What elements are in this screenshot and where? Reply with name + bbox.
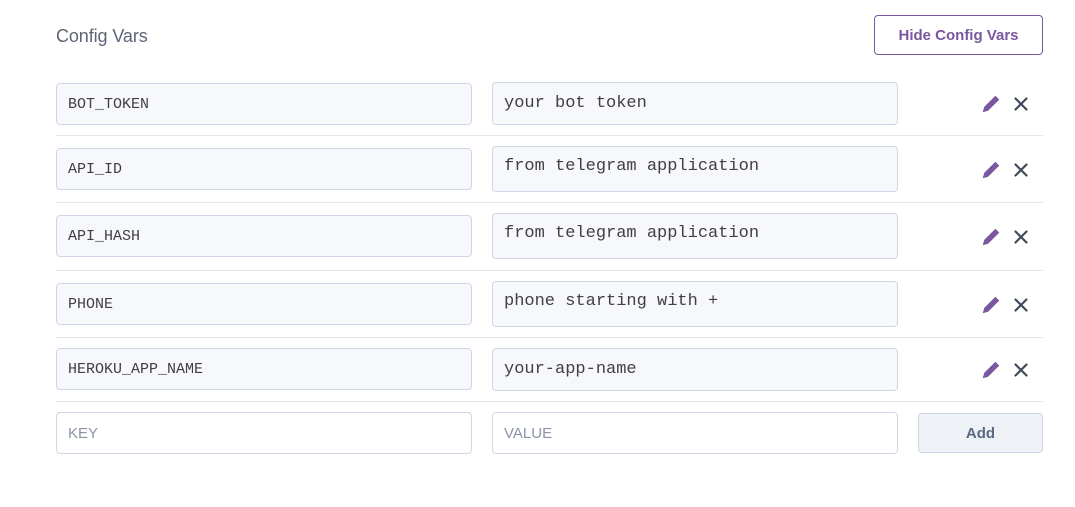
close-icon — [1014, 163, 1028, 177]
close-icon — [1014, 97, 1028, 111]
row-actions — [978, 355, 1038, 385]
row-actions — [978, 222, 1038, 252]
section-title: Config Vars — [56, 26, 148, 46]
config-var-row: PHONE phone starting with + — [56, 281, 1043, 338]
row-actions — [978, 290, 1038, 320]
config-var-value[interactable]: your-app-name — [492, 348, 898, 391]
add-button[interactable]: Add — [918, 413, 1043, 453]
pencil-icon — [982, 95, 1000, 113]
edit-button[interactable] — [978, 89, 1004, 119]
edit-button[interactable] — [978, 290, 1004, 320]
config-var-value[interactable]: from telegram application — [492, 146, 898, 192]
config-var-key[interactable]: PHONE — [56, 283, 472, 325]
config-var-row: API_HASH from telegram application — [56, 213, 1043, 271]
pencil-icon — [982, 296, 1000, 314]
row-actions — [978, 89, 1038, 119]
new-value-input[interactable] — [492, 412, 898, 454]
delete-button[interactable] — [1008, 155, 1034, 185]
pencil-icon — [982, 161, 1000, 179]
edit-button[interactable] — [978, 355, 1004, 385]
config-vars-panel: Config Vars Hide Config Vars BOT_TOKEN y… — [0, 0, 1075, 507]
delete-button[interactable] — [1008, 290, 1034, 320]
delete-button[interactable] — [1008, 89, 1034, 119]
delete-button[interactable] — [1008, 222, 1034, 252]
close-icon — [1014, 363, 1028, 377]
config-var-key[interactable]: BOT_TOKEN — [56, 83, 472, 125]
hide-config-vars-button[interactable]: Hide Config Vars — [874, 15, 1043, 55]
close-icon — [1014, 298, 1028, 312]
config-var-row: HEROKU_APP_NAME your-app-name — [56, 348, 1043, 402]
config-var-key[interactable]: API_HASH — [56, 215, 472, 257]
config-var-key[interactable]: API_ID — [56, 148, 472, 190]
config-var-value[interactable]: your bot token — [492, 82, 898, 125]
config-var-value[interactable]: from telegram application — [492, 213, 898, 259]
new-key-input[interactable] — [56, 412, 472, 454]
row-actions — [978, 155, 1038, 185]
config-var-row: BOT_TOKEN your bot token — [56, 82, 1043, 136]
close-icon — [1014, 230, 1028, 244]
delete-button[interactable] — [1008, 355, 1034, 385]
config-var-row: API_ID from telegram application — [56, 146, 1043, 203]
edit-button[interactable] — [978, 155, 1004, 185]
pencil-icon — [982, 361, 1000, 379]
config-var-value[interactable]: phone starting with + — [492, 281, 898, 327]
pencil-icon — [982, 228, 1000, 246]
config-var-key[interactable]: HEROKU_APP_NAME — [56, 348, 472, 390]
edit-button[interactable] — [978, 222, 1004, 252]
